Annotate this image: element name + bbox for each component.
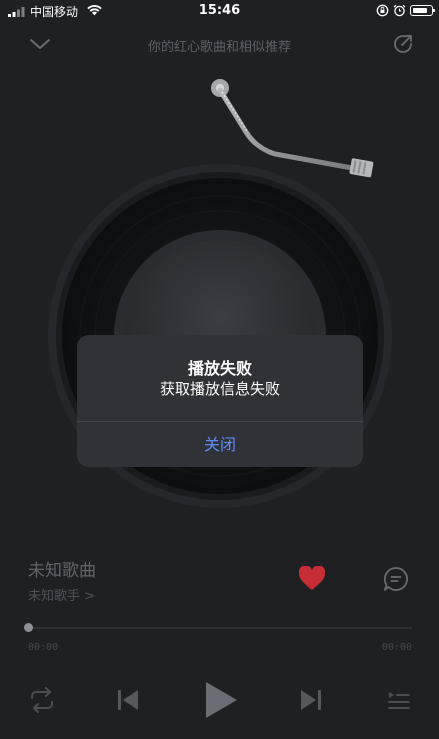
playlist-icon [388, 692, 410, 709]
dialog-title: 播放失败 [187, 359, 252, 378]
repeat-icon [31, 687, 53, 713]
elapsed-time: 00:00 [28, 642, 59, 653]
close-button[interactable]: 关闭 [77, 422, 363, 467]
status-icons [376, 4, 435, 17]
previous-icon [118, 690, 138, 710]
total-time: 00:00 [381, 642, 412, 653]
repeat-button[interactable] [28, 687, 56, 713]
previous-button[interactable] [117, 688, 139, 712]
artist-link[interactable]: 未知歌手 > [28, 585, 95, 604]
battery-icon [410, 5, 435, 16]
page-title: 你的红心歌曲和相似推荐 [147, 40, 291, 55]
next-icon [301, 690, 321, 710]
heart-icon[interactable] [298, 566, 326, 592]
orientation-lock-icon [376, 4, 389, 17]
error-dialog: 播放失败 获取播放信息失败 关闭 [77, 335, 363, 467]
song-title: 未知歌曲 [28, 561, 96, 581]
share-icon[interactable] [391, 32, 415, 56]
comment-icon[interactable] [383, 566, 409, 592]
nav-bar: 你的红心歌曲和相似推荐 [0, 26, 439, 62]
progress-bar[interactable] [28, 627, 412, 629]
dialog-message: 获取播放信息失败 [159, 380, 280, 398]
next-button[interactable] [300, 688, 322, 712]
player-screen: 中国移动 15:46 你的红心歌曲和相似推荐 播放失败 获取播放信息失败 关闭 … [0, 0, 439, 739]
status-time: 15:46 [198, 3, 241, 18]
status-bar: 中国移动 15:46 [0, 0, 439, 22]
progress-thumb[interactable] [24, 623, 33, 632]
play-button[interactable] [203, 680, 239, 720]
alarm-icon [393, 4, 406, 17]
play-icon [206, 682, 237, 718]
playlist-button[interactable] [387, 688, 411, 712]
